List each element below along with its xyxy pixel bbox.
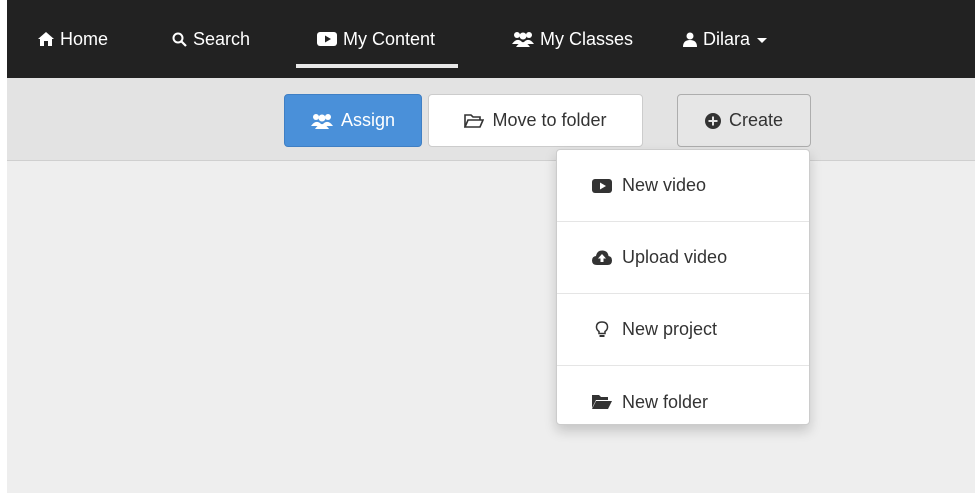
menu-item-new-folder[interactable]: New folder	[557, 366, 809, 438]
nav-user-label: Dilara	[703, 29, 750, 50]
cloud-upload-icon	[592, 250, 612, 265]
nav-my-content-label: My Content	[343, 29, 435, 50]
menu-item-new-project[interactable]: New project	[557, 294, 809, 366]
search-icon	[172, 32, 187, 47]
nav-home[interactable]: Home	[38, 0, 108, 78]
menu-item-upload-video[interactable]: Upload video	[557, 222, 809, 294]
nav-my-content[interactable]: My Content	[317, 0, 435, 78]
folder-open-outline-icon	[464, 113, 484, 129]
menu-item-label: New folder	[622, 392, 708, 413]
lightbulb-icon	[592, 321, 612, 338]
content-area	[7, 161, 975, 493]
plus-circle-icon	[705, 113, 721, 129]
menu-item-label: New project	[622, 319, 717, 340]
move-to-folder-button[interactable]: Move to folder	[428, 94, 643, 147]
nav-search[interactable]: Search	[172, 0, 250, 78]
user-icon	[683, 32, 697, 47]
home-icon	[38, 32, 54, 46]
users-icon	[311, 113, 333, 129]
top-navbar: Home Search My Content My Classes Dilara	[7, 0, 975, 78]
nav-user-menu[interactable]: Dilara	[683, 0, 767, 78]
menu-item-new-video[interactable]: New video	[557, 150, 809, 222]
assign-button-label: Assign	[341, 110, 395, 131]
menu-item-label: New video	[622, 175, 706, 196]
folder-open-icon	[592, 394, 612, 410]
video-icon	[317, 32, 337, 46]
assign-button[interactable]: Assign	[284, 94, 422, 147]
toolbar: Assign Move to folder Create	[7, 78, 975, 161]
create-button-label: Create	[729, 110, 783, 131]
nav-search-label: Search	[193, 29, 250, 50]
nav-my-classes-label: My Classes	[540, 29, 633, 50]
nav-home-label: Home	[60, 29, 108, 50]
move-to-folder-label: Move to folder	[492, 110, 606, 131]
create-button[interactable]: Create	[677, 94, 811, 147]
nav-my-classes[interactable]: My Classes	[512, 0, 633, 78]
users-icon	[512, 31, 534, 47]
video-icon	[592, 179, 612, 193]
create-dropdown-menu: New video Upload video New project New f…	[556, 149, 810, 425]
menu-item-label: Upload video	[622, 247, 727, 268]
caret-down-icon	[757, 38, 767, 43]
